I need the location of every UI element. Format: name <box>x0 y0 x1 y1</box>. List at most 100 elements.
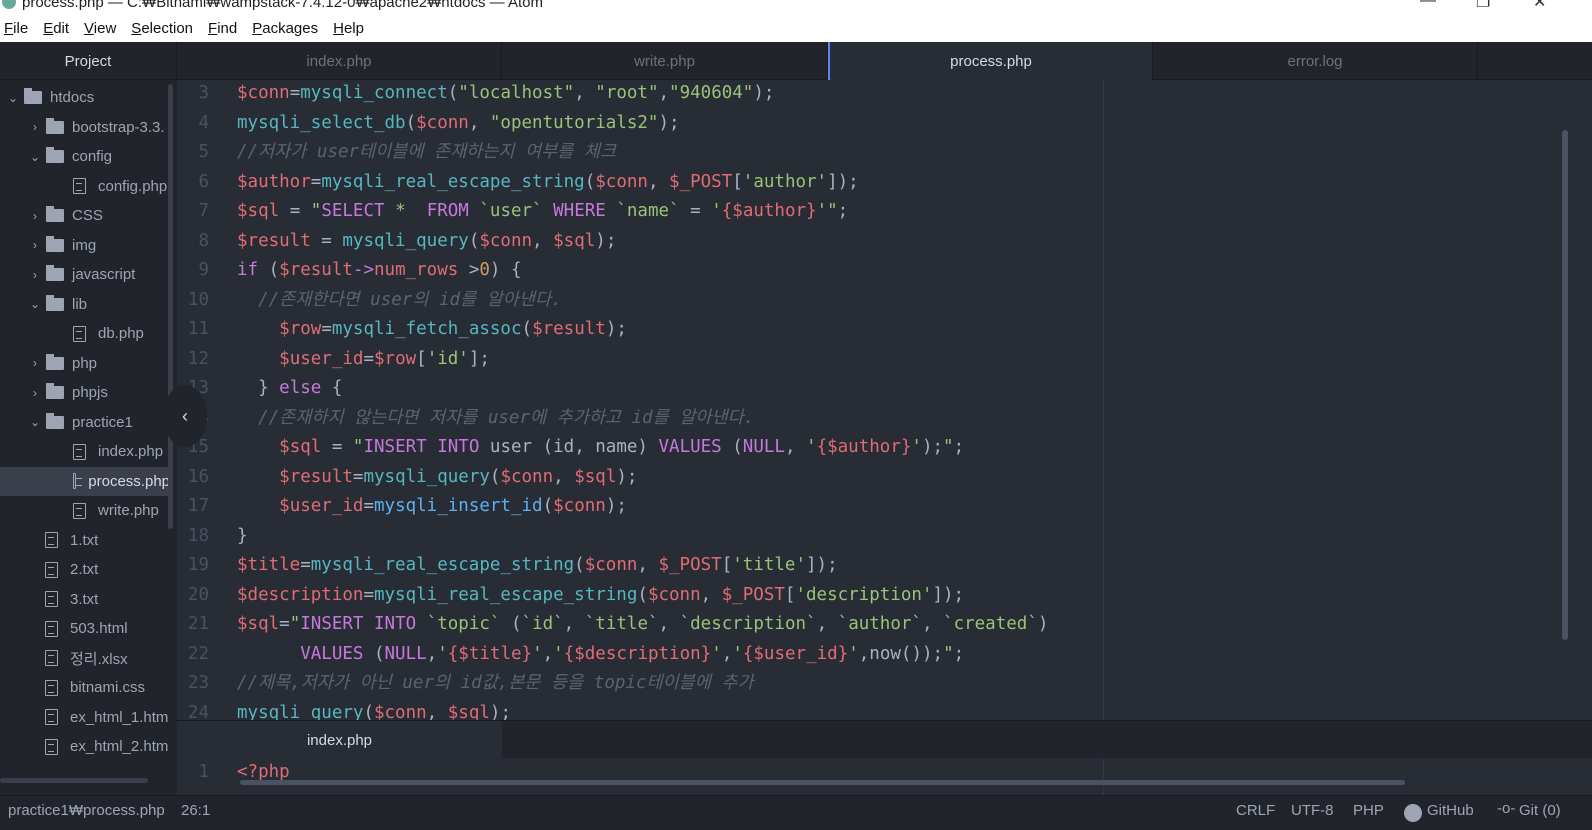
token-pl: ( <box>721 437 743 457</box>
menu-find[interactable]: Find <box>208 20 237 37</box>
editor-vertical-scrollbar[interactable] <box>1562 130 1568 640</box>
minimize-button[interactable]: — <box>1420 0 1436 10</box>
tree-item[interactable]: › javascript <box>0 260 170 290</box>
file-path[interactable]: practice1₩process.php <box>8 802 165 819</box>
tree-item[interactable]: ⌄ lib <box>0 290 170 320</box>
tab-process-php[interactable]: process.php <box>828 42 1153 80</box>
chevron-right-icon: › <box>33 267 37 282</box>
line-number: 4 <box>198 112 209 133</box>
tab-project[interactable]: Project <box>0 42 177 80</box>
code-line: //존재한다면 user의 id를 알아낸다. <box>237 286 562 316</box>
collapse-sidebar-icon[interactable]: ‹ <box>163 385 207 447</box>
token-pl: ]); <box>806 555 838 575</box>
token-pl: ); <box>605 496 627 516</box>
token-var: $user_id <box>279 496 364 516</box>
token-fn: mysqli_fetch_assoc <box>331 319 522 339</box>
tab-index-php[interactable]: index.php <box>177 42 502 80</box>
maximize-button[interactable]: ❐ <box>1476 0 1490 12</box>
token-pl: [ <box>732 171 743 192</box>
window-title: process.php — C:₩Bitnami₩wampstack-7.4.1… <box>22 0 544 11</box>
code-line: } <box>237 522 248 552</box>
tree-item[interactable]: ⌄ config <box>0 142 170 172</box>
tree-item[interactable]: › php <box>0 349 170 379</box>
token-str: ' <box>848 643 859 664</box>
tree-item[interactable]: ex_html_2.htm <box>0 732 170 762</box>
chevron-down-icon: ⌄ <box>8 90 19 105</box>
token-pl: > <box>458 260 480 280</box>
menu-selection[interactable]: Selection <box>131 20 193 37</box>
atom-app-icon <box>2 0 16 9</box>
token-pl: , <box>426 643 438 664</box>
menu-help[interactable]: Help <box>333 20 364 37</box>
tree-item[interactable]: write.php <box>0 496 170 526</box>
chevron-down-icon: ⌄ <box>30 149 41 164</box>
tree-item[interactable]: 3.txt <box>0 585 170 615</box>
chevron-down-icon: ⌄ <box>30 415 41 430</box>
token-pl: `, ` <box>911 614 954 634</box>
token-cm: //제목,저자가 아닌 uer의 id값,본문 등을 topic테이블에 추가 <box>237 673 754 693</box>
menu-edit[interactable]: Edit <box>43 20 69 37</box>
tree-item[interactable]: 정리.xlsx <box>0 644 170 674</box>
tree-item[interactable]: 2.txt <box>0 555 170 585</box>
tree-item[interactable]: bitnami.css <box>0 673 170 703</box>
code-line: VALUES (NULL,'{$title}','{$description}'… <box>237 640 964 670</box>
menu-view[interactable]: View <box>84 20 116 37</box>
tree-item[interactable]: › phpjs <box>0 378 170 408</box>
tree-item-label: 정리.xlsx <box>70 650 128 668</box>
folder-icon <box>46 383 64 400</box>
tree-item[interactable]: › img <box>0 231 170 261</box>
tree-item[interactable]: ⌄ htdocs <box>0 83 170 113</box>
token-var: $result <box>279 260 353 280</box>
grammar[interactable]: PHP <box>1353 802 1384 819</box>
menu-file[interactable]: File <box>4 20 28 37</box>
cursor-position[interactable]: 26:1 <box>181 802 210 819</box>
token-cm: //존재하지 않는다면 저자를 user에 추가하고 id를 알아낸다. <box>258 407 755 428</box>
tree-item[interactable]: db.php <box>0 319 170 349</box>
token-var: $title <box>237 555 301 575</box>
tree-item-label: db.php <box>98 325 144 343</box>
token-pl: ; <box>837 201 849 221</box>
close-button[interactable]: ✕ <box>1533 0 1546 12</box>
bottom-code-editor[interactable]: 1 <?php <box>177 758 1592 795</box>
github-button[interactable]: GitHub <box>1427 802 1474 819</box>
token-pl: `, ` <box>647 614 691 634</box>
line-number: 16 <box>187 466 209 487</box>
code-line: $result=mysqli_query($conn, $sql); <box>237 463 637 493</box>
tree-item[interactable]: config.php <box>0 172 170 202</box>
tree-item[interactable]: › CSS <box>0 201 170 231</box>
token-str: "localhost" <box>458 83 575 103</box>
token-str: title <box>595 614 648 634</box>
token-var: $conn <box>373 702 427 721</box>
code-editor[interactable]: 3 $conn=mysqli_connect("localhost", "root… <box>177 80 1592 720</box>
encoding[interactable]: UTF-8 <box>1291 802 1334 819</box>
tree-item[interactable]: › bootstrap-3.3. <box>0 113 170 143</box>
tree-item[interactable]: 503.html <box>0 614 170 644</box>
tree-item[interactable]: ex_html_1.htm <box>0 703 170 733</box>
git-button[interactable]: Git (0) <box>1519 802 1561 819</box>
tree-item[interactable]: ⌄ practice1 <box>0 408 170 438</box>
token-pl: = <box>352 466 364 487</box>
tree-item[interactable]: 1.txt <box>0 526 170 556</box>
token-cm: //존재한다면 user의 id를 알아낸다. <box>258 289 562 310</box>
token-pl: ]); <box>827 171 859 192</box>
bottom-tab-index-php[interactable]: index.php <box>177 721 502 759</box>
tree-item-label: bitnami.css <box>70 679 146 697</box>
code-line: $author=mysqli_real_escape_string($conn,… <box>237 168 859 198</box>
line-ending[interactable]: CRLF <box>1236 802 1275 819</box>
token-var: $_POST <box>669 171 733 192</box>
tree-item-label: 3.txt <box>70 590 99 608</box>
token-var: {$user_id} <box>742 643 849 664</box>
sidebar-horizontal-scrollbar[interactable] <box>0 778 148 783</box>
sidebar-scrollbar[interactable] <box>168 84 173 529</box>
tree-item[interactable]: index.php <box>0 437 170 467</box>
editor-horizontal-scrollbar[interactable] <box>240 780 1405 785</box>
tab-error-log[interactable]: error.log <box>1153 42 1478 80</box>
token-var: {$title} <box>447 643 533 664</box>
menu-packages[interactable]: Packages <box>252 20 318 37</box>
token-kw: VALUES <box>300 643 364 664</box>
chevron-right-icon: › <box>33 208 37 223</box>
tab-write-php[interactable]: write.php <box>502 42 828 80</box>
tree-item[interactable]: process.php <box>0 466 170 496</box>
